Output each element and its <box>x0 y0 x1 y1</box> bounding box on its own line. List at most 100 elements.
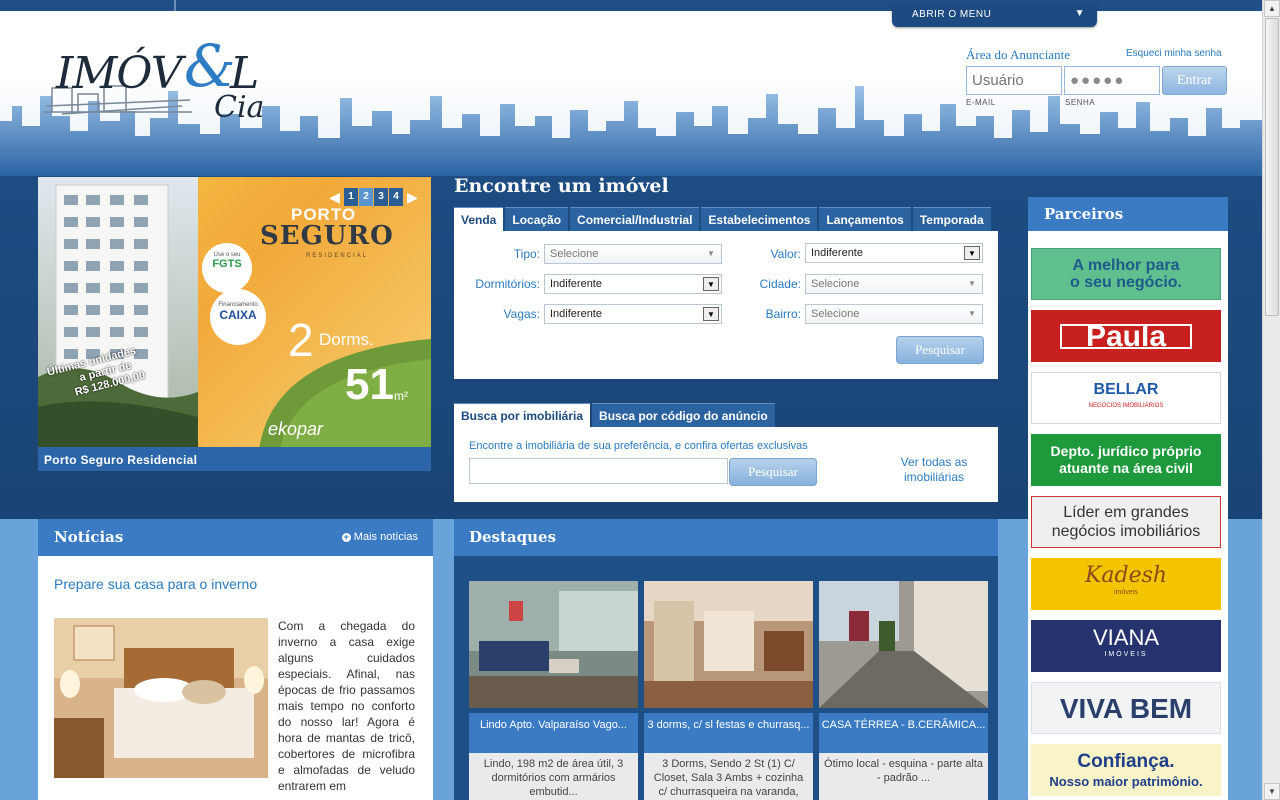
bairro-value: Selecione <box>811 308 860 320</box>
caixa-badge: Financiamento CAIXA <box>210 289 266 345</box>
dormitorios-select[interactable]: Indiferente ▼ <box>544 274 722 294</box>
partners-list: A melhor para o seu negócio. Paula BELLAR… <box>1028 231 1228 800</box>
highlights-list: Lindo Apto. Valparaíso Vago... Lindo, 19… <box>454 556 998 800</box>
news-headline[interactable]: Prepare sua casa para o inverno <box>54 576 257 592</box>
highlight-card[interactable]: 3 dorms, c/ sl festas e churrasq... 3 Do… <box>644 581 813 800</box>
vagas-select[interactable]: Indiferente ▼ <box>544 304 722 324</box>
news-title: Notícias <box>54 528 124 546</box>
partner-ad-5[interactable]: Líder em grandes negócios imobiliários <box>1031 496 1221 548</box>
banner-page-2[interactable]: 2 <box>359 188 373 206</box>
partner-ad-8[interactable]: VIVA BEM <box>1031 682 1221 734</box>
dormitorios-label: Dormitórios: <box>475 277 540 291</box>
area-unit: m² <box>394 389 408 403</box>
highlight-card[interactable]: Lindo Apto. Valparaíso Vago... Lindo, 19… <box>469 581 638 800</box>
login-button[interactable]: Entrar <box>1162 66 1227 95</box>
fgts-badge: Use o seu FGTS <box>202 243 252 293</box>
scroll-down-icon[interactable]: ▼ <box>1264 783 1280 800</box>
banner-caption[interactable]: Porto Seguro Residencial <box>38 447 431 471</box>
tab-busca-codigo[interactable]: Busca por código do anúncio <box>592 403 775 427</box>
email-input[interactable] <box>966 66 1062 95</box>
previous-arrow-icon[interactable]: ◀ <box>326 188 343 206</box>
banner-page-1[interactable]: 1 <box>344 188 358 206</box>
tipo-select[interactable]: Selecione ▼ <box>544 244 722 264</box>
search-button[interactable]: Pesquisar <box>896 336 984 364</box>
valor-label: Valor: <box>770 247 801 261</box>
partner-ad-4[interactable]: Depto. jurídico próprio atuante na área c… <box>1031 434 1221 486</box>
search-tabs: Venda Locação Comercial/Industrial Estab… <box>454 207 991 231</box>
valor-select[interactable]: Indiferente ▼ <box>805 243 983 263</box>
tab-locacao[interactable]: Locação <box>505 207 569 231</box>
search-form: Tipo: Selecione ▼ Dormitórios: Indiferent… <box>454 231 998 379</box>
partner-ad-2-line-1: Paula <box>1085 319 1167 353</box>
partner-ad-3-line-2: NEGÓCIOS IMOBILIÁRIOS <box>1088 403 1164 409</box>
bedroom-photo[interactable] <box>54 618 268 778</box>
agency-search-input[interactable] <box>469 458 728 484</box>
scrollbar-thumb[interactable] <box>1265 18 1279 316</box>
cidade-select[interactable]: Selecione ▼ <box>805 274 983 294</box>
tab-busca-imobiliaria[interactable]: Busca por imobiliária <box>454 403 591 427</box>
bairro-select[interactable]: Selecione ▼ <box>805 304 983 324</box>
partner-ad-9-line-2: Nosso maior patrimônio. <box>1049 773 1203 789</box>
building-illustration <box>38 177 198 447</box>
vagas-label: Vagas: <box>503 307 540 321</box>
vagas-value: Indiferente <box>550 308 602 320</box>
more-news-link[interactable]: + Mais notícias <box>341 531 418 543</box>
partner-ad-6-line-1: Kadesh <box>1084 563 1168 588</box>
fgts-badge-label: FGTS <box>212 258 242 270</box>
partner-ad-3[interactable]: BELLAR NEGÓCIOS IMOBILIÁRIOS <box>1031 372 1221 424</box>
partner-ad-6[interactable]: Kadesh imóveis <box>1031 558 1221 610</box>
open-menu-label: ABRIR O MENU <box>912 9 992 20</box>
partner-ad-7-line-1: VIANA <box>1092 625 1160 650</box>
bairro-label: Bairro: <box>765 307 801 321</box>
partner-ad-5-line-1: Líder em grandes <box>1063 504 1189 521</box>
partner-ad-8-line-1: VIVA BEM <box>1059 692 1193 724</box>
forgot-password-link[interactable]: Esqueci minha senha <box>1126 48 1222 59</box>
banner-page-3[interactable]: 3 <box>374 188 388 206</box>
banner-brand-sub: RESIDENCIAL <box>306 253 369 259</box>
property-photo-2 <box>644 581 813 708</box>
tab-venda[interactable]: Venda <box>454 207 504 231</box>
header: IMÓV & L Cia Área do Anunciante Esqueci … <box>0 11 1262 176</box>
highlights-header: Destaques <box>454 519 998 556</box>
highlight-description: 3 Dorms, Sendo 2 St (1) C/ Closet, Sala … <box>644 753 813 800</box>
banner-pager: ◀ 1 2 3 4 ▶ <box>326 188 421 206</box>
partner-ad-9-line-1: Confiança. <box>1077 750 1175 772</box>
password-input[interactable] <box>1064 66 1160 95</box>
agency-search-button[interactable]: Pesquisar <box>729 458 817 486</box>
partner-ad-1-line-1: A melhor para <box>1072 257 1180 274</box>
news-content: Prepare sua casa para o inverno Com a ch… <box>38 556 433 800</box>
partner-ad-1[interactable]: A melhor para o seu negócio. <box>1031 248 1221 300</box>
partner-ad-2[interactable]: Paula <box>1031 310 1221 362</box>
area-number: 51 <box>345 360 394 409</box>
tab-comercial-industrial[interactable]: Comercial/Industrial <box>570 207 700 231</box>
featured-banner[interactable]: PORTO SEGURO RESIDENCIAL Use o seu FGTS … <box>38 177 431 447</box>
tab-temporada[interactable]: Temporada <box>912 207 991 231</box>
chevron-down-icon: ▼ <box>1074 8 1085 19</box>
logo-text-main: IMÓV <box>56 48 183 99</box>
tipo-label: Tipo: <box>513 247 540 261</box>
news-header: Notícias + Mais notícias <box>38 519 433 556</box>
email-label: E-MAIL <box>966 98 996 107</box>
ekopar-logo: ekopar <box>268 419 324 439</box>
chevron-down-icon: ▼ <box>968 279 976 288</box>
highlight-description: Ótimo local - esquina - parte alta - pad… <box>819 753 988 800</box>
see-all-line-1: Ver todas as <box>900 455 968 469</box>
dormitorios-value: Indiferente <box>550 278 602 290</box>
highlight-caption: 3 dorms, c/ sl festas e churrasq... <box>644 713 813 753</box>
dorms-number: 2 <box>288 314 314 366</box>
site-logo[interactable]: IMÓV & L Cia <box>42 32 282 131</box>
banner-page-4[interactable]: 4 <box>389 188 403 206</box>
highlights-title: Destaques <box>469 528 557 546</box>
page-scrollbar[interactable]: ▲ ▼ <box>1262 0 1280 800</box>
chevron-down-icon: ▼ <box>703 277 719 291</box>
scroll-up-icon[interactable]: ▲ <box>1264 0 1280 17</box>
next-arrow-icon[interactable]: ▶ <box>404 188 421 206</box>
partner-ad-5-line-2: negócios imobiliários <box>1051 523 1201 540</box>
highlight-card[interactable]: CASA TÉRREA - B.CERÂMICA... Ótimo local … <box>819 581 988 800</box>
tab-lancamentos[interactable]: Lançamentos <box>819 207 911 231</box>
partner-ad-7[interactable]: VIANA IMÓVEIS <box>1031 620 1221 672</box>
partner-ad-9[interactable]: Confiança. Nosso maior patrimônio. <box>1031 744 1221 796</box>
open-menu-button[interactable]: ABRIR O MENU ▼ <box>892 5 1097 27</box>
tab-estabelecimentos[interactable]: Estabelecimentos <box>701 207 818 231</box>
see-all-agencies-link[interactable]: Ver todas as imobiliárias <box>884 455 984 485</box>
